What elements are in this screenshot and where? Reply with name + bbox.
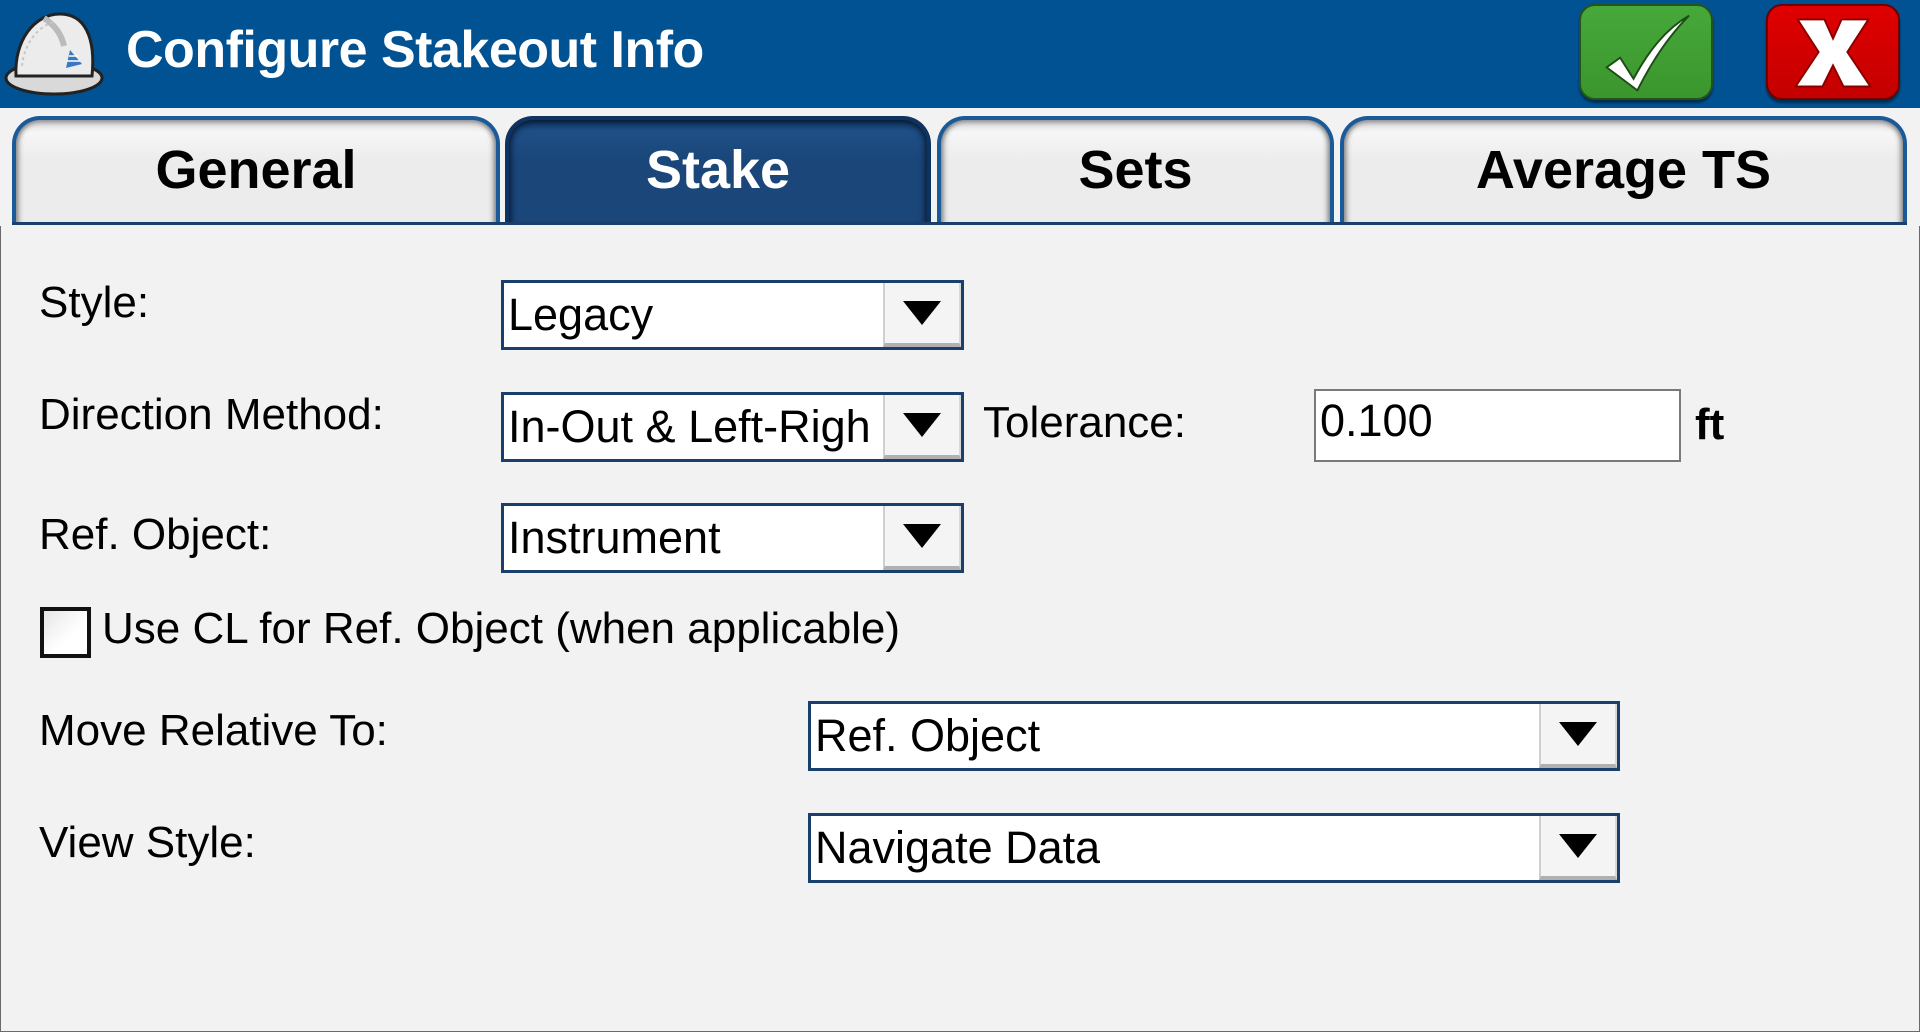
move-relative-to-dropdown-button[interactable] bbox=[1539, 704, 1617, 768]
ok-button[interactable] bbox=[1579, 4, 1713, 100]
ref-object-dropdown-button[interactable] bbox=[883, 506, 961, 570]
tab-bar: General Stake Sets Average TS bbox=[0, 108, 1920, 226]
checkmark-icon bbox=[1605, 14, 1690, 92]
move-relative-to-dropdown[interactable]: Ref. Object bbox=[808, 701, 1620, 771]
direction-method-label: Direction Method: bbox=[39, 390, 384, 439]
move-relative-to-label: Move Relative To: bbox=[39, 706, 388, 755]
tolerance-unit: ft bbox=[1695, 400, 1725, 449]
tab-divider bbox=[12, 222, 1907, 225]
tolerance-label: Tolerance: bbox=[983, 398, 1187, 447]
view-style-dropdown-button[interactable] bbox=[1539, 816, 1617, 880]
style-dropdown-button[interactable] bbox=[883, 283, 961, 347]
use-cl-label[interactable]: Use CL for Ref. Object (when applicable) bbox=[102, 604, 900, 654]
view-style-label: View Style: bbox=[39, 818, 256, 867]
chevron-down-icon bbox=[903, 301, 941, 325]
x-icon bbox=[1793, 18, 1873, 88]
view-style-value: Navigate Data bbox=[815, 822, 1101, 873]
use-cl-checkbox[interactable] bbox=[40, 607, 91, 658]
tolerance-input[interactable]: 0.100 bbox=[1314, 389, 1681, 462]
tab-stake[interactable]: Stake bbox=[505, 116, 931, 224]
chevron-down-icon bbox=[903, 413, 941, 437]
chevron-down-icon bbox=[1559, 834, 1597, 858]
direction-method-value: In-Out & Left-Righ bbox=[508, 401, 871, 452]
direction-method-dropdown-button[interactable] bbox=[883, 395, 961, 459]
style-label: Style: bbox=[39, 278, 150, 327]
ref-object-dropdown[interactable]: Instrument bbox=[501, 503, 964, 573]
move-relative-to-value: Ref. Object bbox=[815, 710, 1041, 761]
chevron-down-icon bbox=[903, 524, 941, 548]
chevron-down-icon bbox=[1559, 722, 1597, 746]
tab-average-ts[interactable]: Average TS bbox=[1340, 116, 1907, 224]
dialog-title: Configure Stakeout Info bbox=[126, 21, 704, 79]
ref-object-value: Instrument bbox=[508, 512, 721, 563]
hard-hat-icon bbox=[4, 6, 104, 100]
tab-general[interactable]: General bbox=[12, 116, 500, 224]
view-style-dropdown[interactable]: Navigate Data bbox=[808, 813, 1620, 883]
direction-method-dropdown[interactable]: In-Out & Left-Righ bbox=[501, 392, 964, 462]
style-dropdown[interactable]: Legacy bbox=[501, 280, 964, 350]
ref-object-label: Ref. Object: bbox=[39, 510, 272, 559]
cancel-button[interactable] bbox=[1766, 4, 1900, 100]
title-bar: Configure Stakeout Info bbox=[0, 0, 1920, 108]
style-value: Legacy bbox=[508, 289, 654, 340]
tab-sets[interactable]: Sets bbox=[937, 116, 1334, 224]
